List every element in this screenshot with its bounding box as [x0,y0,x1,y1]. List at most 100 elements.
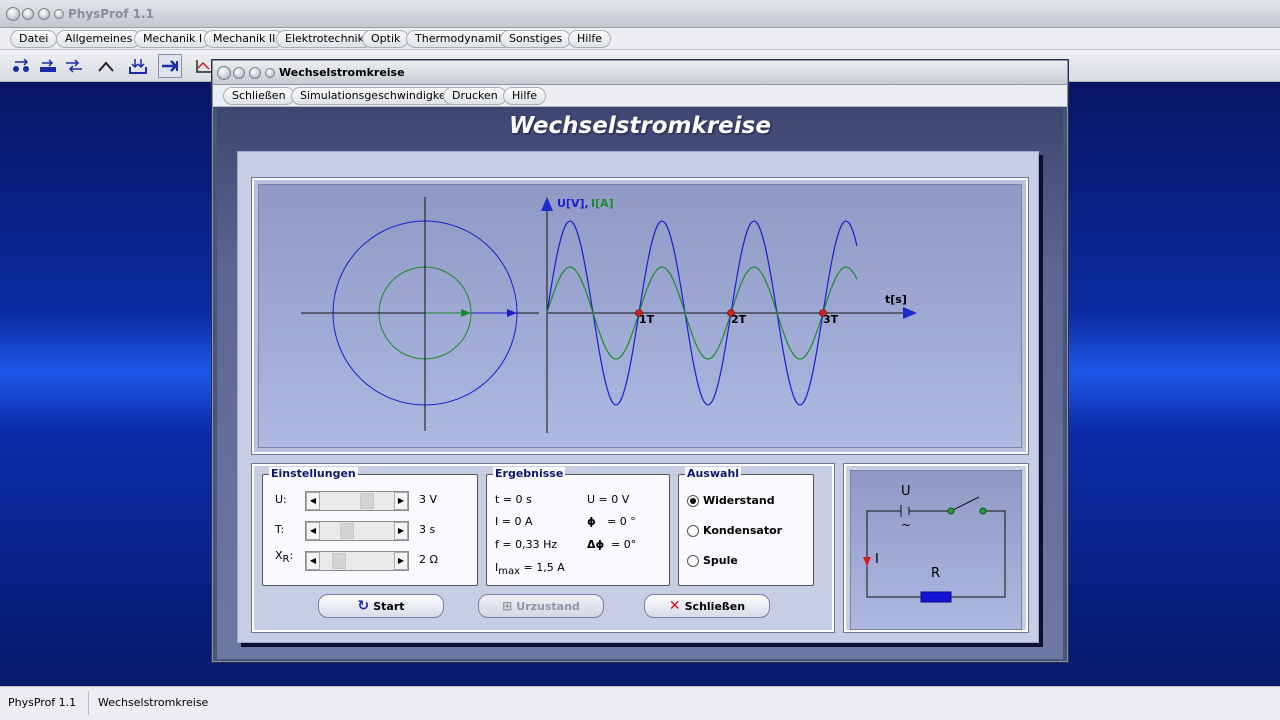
close-button[interactable]: ✕ Schließen [644,594,770,618]
radio-kondensator-label[interactable]: Kondensator [703,524,782,537]
switch-contact-right [979,507,987,515]
voltage-slider-thumb[interactable] [359,493,374,509]
resistor-icon [920,591,952,603]
move-icon[interactable] [36,54,60,78]
selection-group: Auswahl Widerstand Kondensator Spule [678,467,814,586]
settings-group: Einstellungen U: ◀ ▶ 3 V T: ◀ ▶ 3 s XR: [262,467,478,586]
simulation-panel: U[V], I[A] t[s] 1T 2T 3T Einstellungen U… [237,151,1039,643]
result-time: t = 0 s [495,493,532,506]
reactance-slider-left-arrow[interactable]: ◀ [306,552,320,570]
switch-lever [950,496,980,512]
minimize-window-button[interactable] [22,8,34,20]
result-imax: Imax = 1,5 A [495,561,565,577]
x-axis-label: t[s] [885,293,907,306]
switch-contact-left [947,507,955,515]
window-maximize-button[interactable] [249,67,261,79]
menu-window-button[interactable] [54,9,64,19]
main-menubar: Datei Allgemeines Mechanik I Mechanik II… [0,28,1280,50]
wave-icon[interactable] [94,54,118,78]
selection-title: Auswahl [685,467,742,480]
voltage-slider-right-arrow[interactable]: ▶ [394,492,408,510]
voltage-slider[interactable]: ◀ ▶ [305,491,409,511]
circuit-ac-symbol: ~ [901,518,911,532]
radio-kondensator[interactable] [687,525,699,537]
reactance-slider-right-arrow[interactable]: ▶ [394,552,408,570]
window-menu-button[interactable] [265,68,275,78]
start-label: Start [373,599,405,613]
phi-icon: ϕ [587,515,596,528]
graph-area: U[V], I[A] t[s] 1T 2T 3T [258,184,1022,448]
menu-datei[interactable]: Datei [10,30,58,48]
menu-sonstiges[interactable]: Sonstiges [500,30,572,48]
menu-hilfe[interactable]: Hilfe [568,30,612,48]
menu-allgemeines[interactable]: Allgemeines [56,30,142,48]
time-y-axis-arrowhead [541,197,553,211]
reactance-slider-thumb[interactable] [332,553,346,569]
refresh-icon: ↻ [357,598,370,614]
menu-mechanik-2[interactable]: Mechanik II [204,30,285,48]
result-phase-difference: = 0° [611,538,637,551]
ac-graph: U[V], I[A] t[s] 1T 2T 3T [301,197,917,433]
current-phasor-arrowhead [461,309,471,317]
window-minimize-button[interactable] [233,67,245,79]
menu-elektrotechnik[interactable]: Elektrotechnik [276,30,373,48]
swap-icon[interactable] [62,54,86,78]
period-slider[interactable]: ◀ ▶ [305,521,409,541]
reactance-value: 2 Ω [419,553,438,566]
reactance-slider[interactable]: ◀ ▶ [305,551,409,571]
reset-button[interactable]: ⊞ Urzustand [478,594,604,618]
connect-icon[interactable] [10,54,34,78]
start-button[interactable]: ↻ Start [318,594,444,618]
results-title: Ergebnisse [493,467,566,480]
menu-drucken[interactable]: Drucken [443,87,507,105]
circuit-current-label: I [875,552,879,567]
close-window-button[interactable] [6,7,20,21]
grid-icon: ⊞ [502,599,513,613]
current-arrow-icon [863,557,871,567]
circuit-resistor-label: R [931,566,940,581]
status-module: Wechselstromkreise [98,696,209,709]
voltage-value: 3 V [419,493,438,506]
result-phase: = 0 ° [607,515,636,528]
circuit-schematic: U ~ I R [863,484,1006,603]
period-label-2: 2T [731,313,747,326]
menu-thermodynamik[interactable]: Thermodynamik [406,30,514,48]
result-frequency: f = 0,33 Hz [495,538,558,551]
menu-simulationsgeschwindigkeit[interactable]: Simulationsgeschwindigkeit [291,87,462,105]
radio-spule[interactable] [687,555,699,567]
app-title: PhysProf 1.1 [68,7,154,21]
period-slider-thumb[interactable] [339,523,354,539]
voltage-slider-left-arrow[interactable]: ◀ [306,492,320,510]
result-voltage: U = 0 V [587,493,630,506]
import-icon[interactable] [126,54,150,78]
maximize-window-button[interactable] [38,8,50,20]
status-divider [88,691,89,715]
period-label-3: 3T [823,313,839,326]
window-menubar: Schließen Simulationsgeschwindigkeit Dru… [213,85,1067,107]
reactance-subscript: R [282,554,290,566]
window-close-button[interactable] [217,66,231,80]
voltage-phasor-arrowhead [507,309,517,317]
menu-hilfe-child[interactable]: Hilfe [503,87,547,105]
result-current: I = 0 A [495,515,533,528]
y-axis-label-voltage: U[V], [557,197,589,210]
period-label-1: 1T [639,313,655,326]
settings-title: Einstellungen [269,467,358,480]
reactance-label: XR: [275,549,293,565]
arrow-right-icon[interactable] [158,54,182,78]
menu-mechanik-1[interactable]: Mechanik I [134,30,212,48]
menu-schliessen[interactable]: Schließen [223,87,295,105]
radio-widerstand[interactable] [687,495,699,507]
results-group: Ergebnisse t = 0 s I = 0 A f = 0,33 Hz I… [486,467,670,586]
period-slider-right-arrow[interactable]: ▶ [394,522,408,540]
menu-optik[interactable]: Optik [362,30,410,48]
reset-label: Urzustand [516,599,580,613]
imax-value: = 1,5 A [523,561,565,574]
delta-phi-icon: Δϕ [587,538,605,551]
window-title: Wechselstromkreise [279,66,405,79]
radio-spule-label[interactable]: Spule [703,554,738,567]
circuit-voltage-label: U [901,484,911,499]
period-slider-left-arrow[interactable]: ◀ [306,522,320,540]
period-value: 3 s [419,523,436,536]
radio-widerstand-label[interactable]: Widerstand [703,494,775,507]
